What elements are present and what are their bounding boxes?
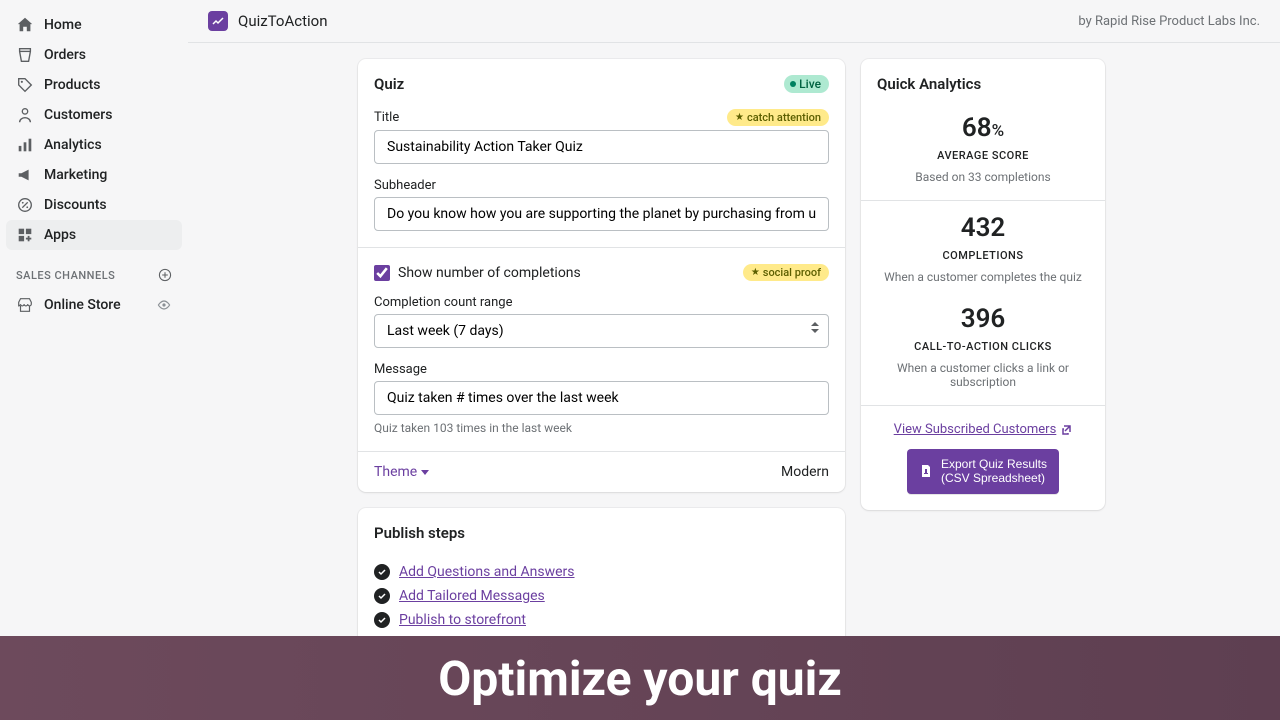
- sidebar-item-label: Analytics: [44, 137, 102, 153]
- message-label: Message: [374, 362, 427, 377]
- store-icon: [16, 296, 34, 314]
- publish-step: Publish to storefront: [358, 608, 845, 632]
- check-icon: [374, 588, 390, 604]
- avg-score-value: 68: [962, 113, 992, 143]
- sidebar-item-label: Marketing: [44, 167, 107, 183]
- completion-range-label: Completion count range: [374, 295, 513, 310]
- check-icon: [374, 612, 390, 628]
- quiz-section-title: Quiz: [374, 75, 404, 93]
- home-icon: [16, 16, 34, 34]
- app-author: by Rapid Rise Product Labs Inc.: [1078, 14, 1260, 29]
- sidebar-item-orders[interactable]: Orders: [6, 40, 182, 70]
- avg-score-sub: Based on 33 completions: [877, 170, 1089, 184]
- sidebar-item-discounts[interactable]: Discounts: [6, 190, 182, 220]
- quiz-subheader-input[interactable]: [374, 197, 829, 231]
- sidebar-item-home[interactable]: Home: [6, 10, 182, 40]
- sidebar: Home Orders Products Customers Analytics…: [0, 0, 188, 720]
- main-area: QuizToAction by Rapid Rise Product Labs …: [188, 0, 1280, 720]
- sales-channels-header: SALES CHANNELS: [6, 268, 182, 282]
- sidebar-item-label: Home: [44, 17, 82, 33]
- sidebar-item-label: Discounts: [44, 197, 107, 213]
- sidebar-item-label: Customers: [44, 107, 112, 123]
- sidebar-item-label: Orders: [44, 47, 86, 63]
- message-input[interactable]: [374, 381, 829, 415]
- step-link-messages[interactable]: Add Tailored Messages: [399, 588, 545, 604]
- topbar: QuizToAction by Rapid Rise Product Labs …: [188, 0, 1280, 43]
- discount-icon: [16, 196, 34, 214]
- check-icon: [374, 564, 390, 580]
- completions-sub: When a customer completes the quiz: [877, 270, 1089, 284]
- analytics-title: Quick Analytics: [861, 59, 1105, 101]
- hint-badge: social proof: [743, 264, 829, 281]
- completions-label: COMPLETIONS: [877, 249, 1089, 262]
- orders-icon: [16, 46, 34, 64]
- show-completions-checkbox[interactable]: [374, 265, 390, 281]
- analytics-card: Quick Analytics 68% AVERAGE SCORE Based …: [861, 59, 1105, 510]
- chevron-down-icon: [421, 470, 429, 475]
- file-icon: [919, 464, 933, 478]
- theme-value: Modern: [781, 464, 829, 480]
- avg-score-label: AVERAGE SCORE: [877, 149, 1089, 162]
- megaphone-icon: [16, 166, 34, 184]
- view-subscribed-link[interactable]: View Subscribed Customers: [894, 422, 1073, 437]
- message-help-text: Quiz taken 103 times in the last week: [374, 421, 829, 435]
- quiz-title-input[interactable]: [374, 130, 829, 164]
- external-link-icon: [1060, 424, 1072, 436]
- publish-step: Add Tailored Messages: [358, 584, 845, 608]
- sidebar-item-marketing[interactable]: Marketing: [6, 160, 182, 190]
- export-button[interactable]: Export Quiz Results(CSV Spreadsheet): [907, 449, 1059, 494]
- sidebar-item-label: Products: [44, 77, 101, 93]
- status-badge: Live: [784, 75, 829, 93]
- cta-label: CALL-TO-ACTION CLICKS: [877, 340, 1089, 353]
- sidebar-item-apps[interactable]: Apps: [6, 220, 182, 250]
- tag-icon: [16, 76, 34, 94]
- title-label: Title: [374, 110, 399, 125]
- add-channel-icon[interactable]: [158, 268, 172, 282]
- preview-icon[interactable]: [156, 297, 172, 313]
- publish-card: Publish steps Add Questions and Answers …: [358, 508, 845, 652]
- theme-dropdown[interactable]: Theme: [374, 464, 429, 480]
- quiz-card: Quiz Live Title catch attention: [358, 59, 845, 492]
- publish-title: Publish steps: [358, 508, 845, 560]
- cta-value: 396: [877, 304, 1089, 334]
- person-icon: [16, 106, 34, 124]
- step-link-publish[interactable]: Publish to storefront: [399, 612, 526, 628]
- app-name: QuizToAction: [238, 12, 328, 30]
- subheader-label: Subheader: [374, 178, 436, 193]
- app-logo-icon: [208, 11, 228, 31]
- sidebar-item-analytics[interactable]: Analytics: [6, 130, 182, 160]
- completion-range-select[interactable]: [374, 314, 829, 348]
- sidebar-item-customers[interactable]: Customers: [6, 100, 182, 130]
- hint-badge: catch attention: [727, 109, 829, 126]
- promo-banner: Optimize your quiz: [0, 636, 1280, 720]
- sidebar-item-label: Apps: [44, 227, 76, 243]
- apps-icon: [16, 226, 34, 244]
- cta-sub: When a customer clicks a link or subscri…: [877, 361, 1089, 389]
- analytics-icon: [16, 136, 34, 154]
- step-link-questions[interactable]: Add Questions and Answers: [399, 564, 575, 580]
- completions-value: 432: [877, 213, 1089, 243]
- sidebar-item-online-store[interactable]: Online Store: [6, 290, 182, 320]
- sidebar-item-products[interactable]: Products: [6, 70, 182, 100]
- publish-step: Add Questions and Answers: [358, 560, 845, 584]
